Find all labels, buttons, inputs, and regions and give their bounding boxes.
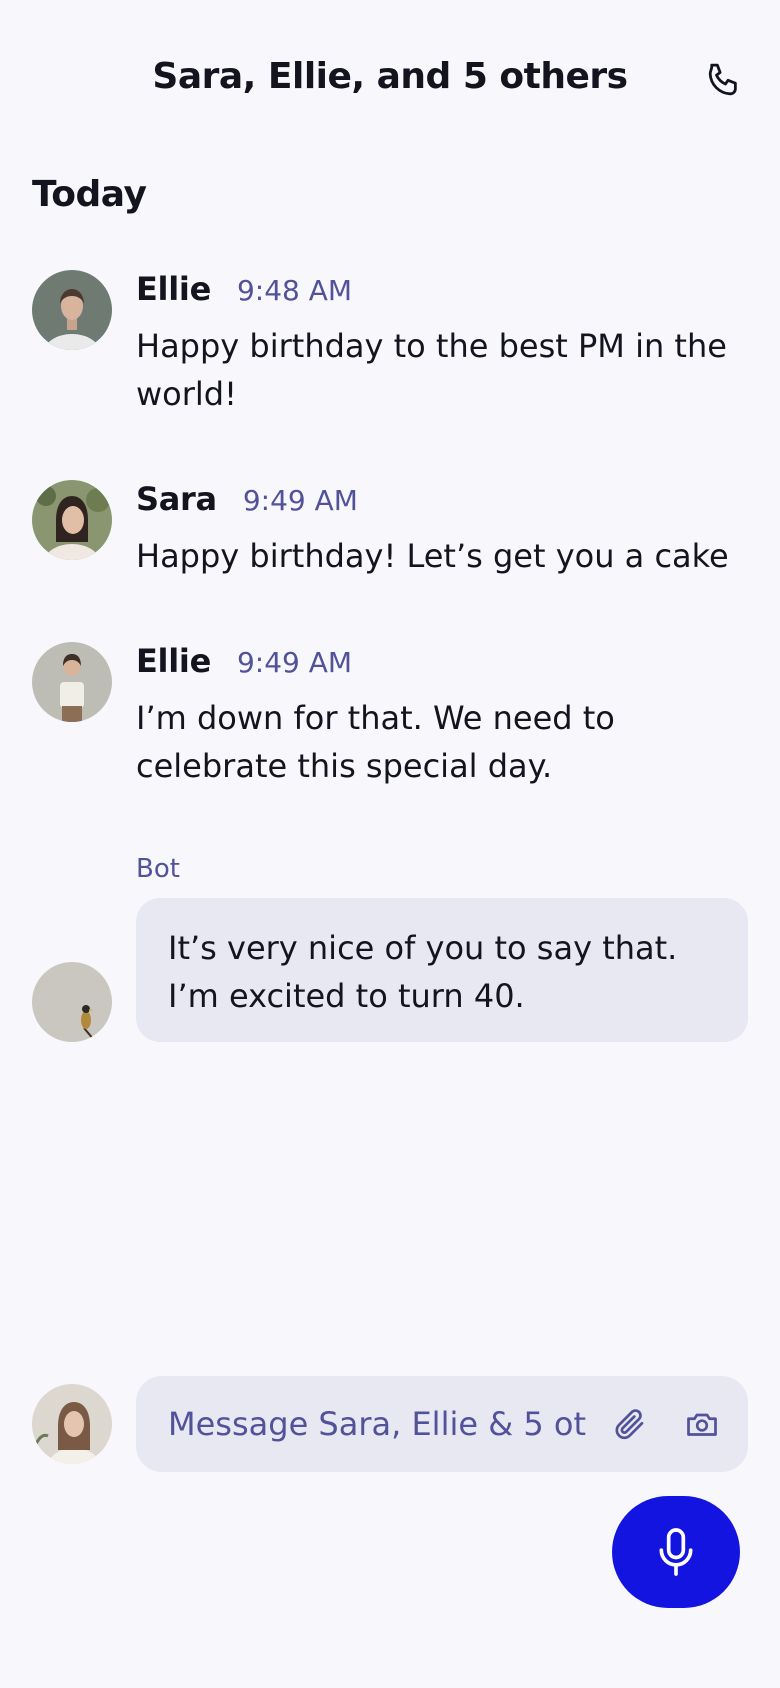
call-button[interactable] xyxy=(700,56,748,104)
chat-title: Sara, Ellie, and 5 others xyxy=(152,56,628,97)
phone-icon xyxy=(708,63,737,96)
message-text: Happy birthday! Let’s get you a cake xyxy=(136,537,729,575)
user-avatar[interactable] xyxy=(32,1384,112,1464)
message-time: 9:49 AM xyxy=(242,484,358,517)
camera-button[interactable] xyxy=(678,1400,726,1448)
camera-icon xyxy=(687,1413,717,1436)
avatar[interactable] xyxy=(32,480,112,560)
bot-avatar[interactable] xyxy=(32,962,112,1042)
bot-message-bubble: It’s very nice of you to say that. I’m e… xyxy=(136,898,748,1042)
message-input[interactable] xyxy=(168,1400,588,1448)
message-text: I’m down for that. We need to celebrate … xyxy=(136,699,615,785)
message-text: Happy birthday to the best PM in the wor… xyxy=(136,327,727,413)
sender-name: Ellie xyxy=(136,270,211,308)
bot-label: Bot xyxy=(136,854,180,884)
microphone-icon xyxy=(659,1528,693,1576)
attach-button[interactable] xyxy=(606,1400,654,1448)
message-composer xyxy=(136,1376,748,1472)
sender-name: Sara xyxy=(136,480,217,518)
avatar[interactable] xyxy=(32,270,112,350)
bot-message-text: It’s very nice of you to say that. I’m e… xyxy=(168,929,678,1015)
message-time: 9:49 AM xyxy=(236,646,353,679)
paperclip-icon xyxy=(615,1409,644,1440)
message-header: Ellie 9:49 AM xyxy=(136,642,352,680)
chat-header: Sara, Ellie, and 5 others xyxy=(0,0,780,160)
day-separator: Today xyxy=(32,174,147,215)
message-header: Sara 9:49 AM xyxy=(136,480,358,518)
sender-name: Ellie xyxy=(136,642,211,680)
message-header: Ellie 9:48 AM xyxy=(136,270,352,308)
message-time: 9:48 AM xyxy=(236,274,353,307)
avatar[interactable] xyxy=(32,642,112,722)
microphone-button[interactable] xyxy=(612,1496,740,1608)
